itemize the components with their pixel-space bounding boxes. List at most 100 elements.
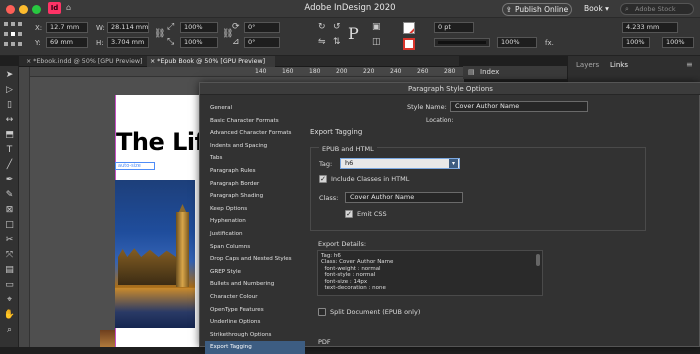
content-collector-icon[interactable]: ⬒ — [0, 128, 19, 143]
category-indents-and-spacing[interactable]: Indents and Spacing — [205, 140, 305, 153]
zoom-field-b[interactable]: 100% — [662, 37, 694, 48]
stroke-swatch[interactable] — [403, 38, 415, 50]
gradient-tool-icon[interactable]: ▤ — [0, 263, 19, 278]
split-document-checkbox[interactable] — [318, 308, 326, 316]
category-character-colour[interactable]: Character Colour — [205, 291, 305, 304]
export-details-box: Tag: h6 Class: Cover Author Name font-we… — [317, 250, 543, 296]
category-advanced-character-formats[interactable]: Advanced Character Formats — [205, 127, 305, 140]
selected-text-frame[interactable]: auto-size — [115, 162, 155, 170]
scissors-tool-icon[interactable]: ✂ — [0, 233, 19, 248]
effects-button[interactable]: fx. — [545, 39, 554, 47]
ruler-tick: 220 — [363, 68, 375, 75]
cover-title-text[interactable]: The Life — [116, 128, 200, 156]
category-paragraph-border[interactable]: Paragraph Border — [205, 178, 305, 191]
tools-panel: ➤ ▷ ▯ ↔ ⬒ T ╱ ✒ ✎ ⊠ □ ✂ ⤧ ▤ ▭ ⌖ ✋ ⌕ — [0, 66, 19, 347]
tab-links[interactable]: Links — [610, 61, 628, 69]
ruler-tick: 200 — [336, 68, 348, 75]
index-panel-tab[interactable]: ▤ Index — [463, 66, 567, 79]
category-bullets-and-numbering[interactable]: Bullets and Numbering — [205, 278, 305, 291]
category-opentype-features[interactable]: OpenType Features — [205, 304, 305, 317]
stroke-type-dropdown[interactable] — [434, 38, 490, 47]
scale-y-field[interactable]: 100% — [180, 37, 218, 48]
rotate-90-cw-icon[interactable]: ↻ — [318, 22, 326, 32]
paragraph-formatting-icon[interactable]: P — [348, 24, 359, 43]
category-drop-caps-nested-styles[interactable]: Drop Caps and Nested Styles — [205, 253, 305, 266]
category-keep-options[interactable]: Keep Options — [205, 203, 305, 216]
rectangle-frame-tool-icon[interactable]: ⊠ — [0, 203, 19, 218]
width-field[interactable]: 28.114 mm — [107, 22, 149, 33]
rotation-angle-field[interactable]: 0° — [244, 22, 280, 33]
stroke-weight-field[interactable]: 0 pt — [434, 22, 474, 33]
note-tool-icon[interactable]: ▭ — [0, 278, 19, 293]
pen-tool-icon[interactable]: ✒ — [0, 173, 19, 188]
close-icon[interactable]: × — [150, 58, 155, 65]
category-paragraph-shading[interactable]: Paragraph Shading — [205, 190, 305, 203]
line-tool-icon[interactable]: ╱ — [0, 158, 19, 173]
tab-epub-book[interactable]: × *Epub Book @ 50% [GPU Preview] — [147, 56, 275, 67]
workspace-label: Book — [584, 4, 603, 13]
style-name-input[interactable]: Cover Author Name — [450, 101, 588, 112]
category-paragraph-rules[interactable]: Paragraph Rules — [205, 165, 305, 178]
w-label: W: — [96, 24, 105, 32]
app-title-bar: Id ⌂ Adobe InDesign 2020 ⇪ Publish Online… — [0, 0, 700, 18]
scale-x-field[interactable]: 100% — [180, 22, 218, 33]
reference-width-field[interactable]: 4.233 mm — [622, 22, 678, 33]
publish-online-label: Publish Online — [514, 5, 569, 14]
eyedropper-tool-icon[interactable]: ⌖ — [0, 293, 19, 308]
search-placeholder: Adobe Stock — [635, 5, 676, 13]
category-span-columns[interactable]: Span Columns — [205, 241, 305, 254]
rotate-90-ccw-icon[interactable]: ↺ — [333, 22, 341, 32]
document-tab-bar: × *Ebook.indd @ 50% [GPU Preview] × *Epu… — [19, 56, 459, 67]
y-position-field[interactable]: 69 mm — [46, 37, 88, 48]
category-grep-style[interactable]: GREP Style — [205, 266, 305, 279]
tab-layers[interactable]: Layers — [576, 61, 599, 69]
selection-tool-icon[interactable]: ➤ — [0, 68, 19, 83]
panel-menu-icon[interactable]: ≡ — [686, 60, 693, 69]
select-content-icon[interactable]: ◫ — [372, 37, 381, 47]
gap-tool-icon[interactable]: ↔ — [0, 113, 19, 128]
free-transform-tool-icon[interactable]: ⤧ — [0, 248, 19, 263]
zoom-tool-icon[interactable]: ⌕ — [0, 323, 19, 338]
category-export-tagging[interactable]: Export Tagging — [205, 341, 305, 354]
tab-ebook[interactable]: × *Ebook.indd @ 50% [GPU Preview] — [23, 56, 147, 67]
direct-selection-tool-icon[interactable]: ▷ — [0, 83, 19, 98]
select-container-icon[interactable]: ▣ — [372, 22, 381, 32]
tag-dropdown[interactable]: h6 ▾ — [340, 158, 460, 169]
index-icon: ▤ — [468, 68, 475, 76]
close-icon[interactable]: × — [26, 58, 31, 65]
flip-horizontal-icon[interactable]: ⇋ — [318, 37, 326, 47]
rectangle-tool-icon[interactable]: □ — [0, 218, 19, 233]
hand-tool-icon[interactable]: ✋ — [0, 308, 19, 323]
details-scrollbar[interactable] — [536, 254, 540, 266]
shear-angle-field[interactable]: 0° — [244, 37, 280, 48]
fill-none-swatch[interactable] — [403, 22, 415, 34]
type-tool-icon[interactable]: T — [0, 143, 19, 158]
category-tabs[interactable]: Tabs — [205, 152, 305, 165]
category-underline-options[interactable]: Underline Options — [205, 316, 305, 329]
paragraph-style-options-dialog: Paragraph Style Options General Basic Ch… — [199, 82, 700, 354]
include-classes-checkbox[interactable]: ✓ — [319, 175, 327, 183]
emit-css-checkbox[interactable]: ✓ — [345, 210, 353, 218]
category-general[interactable]: General — [205, 102, 305, 115]
export-details-text: Tag: h6 Class: Cover Author Name font-we… — [321, 253, 394, 292]
category-basic-character-formats[interactable]: Basic Character Formats — [205, 115, 305, 128]
publish-online-button[interactable]: ⇪ Publish Online — [502, 3, 572, 16]
opacity-field[interactable]: 100% — [497, 37, 537, 48]
reference-point-grid[interactable] — [4, 22, 24, 50]
category-justification[interactable]: Justification — [205, 228, 305, 241]
adobe-stock-search[interactable]: ⌕ Adobe Stock — [620, 3, 694, 15]
constrain-proportions-icon[interactable]: ⛓ — [154, 29, 165, 39]
tag-label: Tag: — [319, 160, 333, 168]
page-tool-icon[interactable]: ▯ — [0, 98, 19, 113]
category-hyphenation[interactable]: Hyphenation — [205, 215, 305, 228]
category-strikethrough-options[interactable]: Strikethrough Options — [205, 329, 305, 342]
x-position-field[interactable]: 12.7 mm — [46, 22, 88, 33]
pencil-tool-icon[interactable]: ✎ — [0, 188, 19, 203]
height-field[interactable]: 3.704 mm — [107, 37, 149, 48]
scale-y-icon: ⤡ — [167, 37, 175, 47]
include-classes-label: Include Classes in HTML — [331, 175, 410, 183]
class-input[interactable]: Cover Author Name — [345, 192, 463, 203]
flip-vertical-icon[interactable]: ⇅ — [333, 37, 341, 47]
workspace-switcher[interactable]: Book ▾ — [584, 4, 609, 13]
zoom-field-a[interactable]: 100% — [622, 37, 650, 48]
